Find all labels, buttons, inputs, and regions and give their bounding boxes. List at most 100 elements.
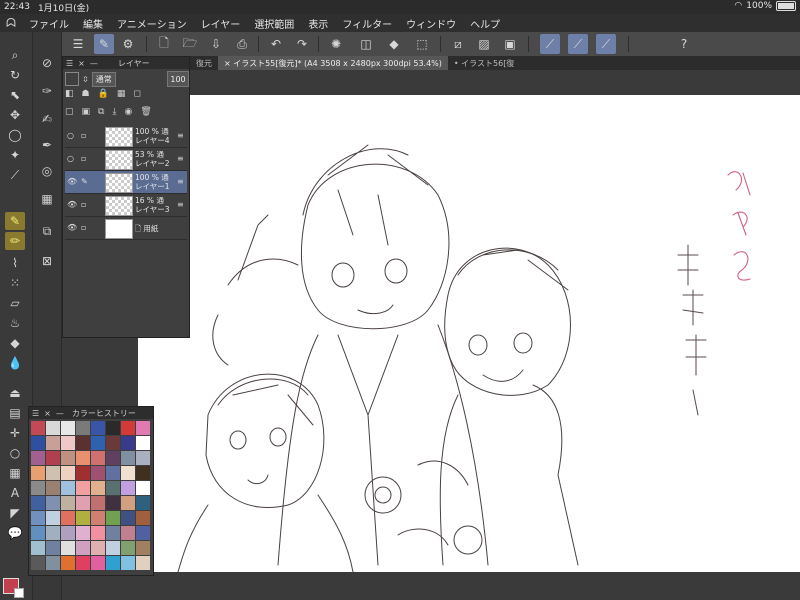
- layer-color-box[interactable]: [65, 72, 79, 86]
- rotate-icon[interactable]: ↻: [5, 66, 25, 84]
- magic-wand-icon[interactable]: ✦: [5, 146, 25, 164]
- menu-selection[interactable]: 選択範囲: [247, 16, 301, 31]
- subtool-select-icon[interactable]: ⊘: [37, 54, 57, 72]
- transform-icon[interactable]: ✛: [5, 424, 25, 442]
- save-icon[interactable]: ⇩: [206, 34, 226, 54]
- menu-layer[interactable]: レイヤー: [194, 16, 248, 31]
- color-swatch[interactable]: [106, 556, 120, 570]
- color-swatch[interactable]: [76, 511, 90, 525]
- color-swatch[interactable]: [121, 466, 135, 480]
- layer-lock-cell[interactable]: ▫: [81, 200, 91, 210]
- invert-select-icon[interactable]: ▨: [474, 34, 494, 54]
- stroke-ink-icon[interactable]: ⟋: [568, 34, 588, 54]
- redo-icon[interactable]: ↷: [292, 34, 312, 54]
- eraser-icon[interactable]: ▱: [5, 294, 25, 312]
- color-swatch[interactable]: [31, 466, 45, 480]
- layer-row[interactable]: ○ ▫ 100 % 通 レイヤー4 ≡: [65, 125, 187, 148]
- fill-icon[interactable]: ◆: [5, 334, 25, 352]
- subtool-circle-icon[interactable]: ◎: [37, 162, 57, 180]
- color-swatch[interactable]: [106, 436, 120, 450]
- panel-menu-icon[interactable]: ☰: [32, 409, 39, 418]
- color-swatch[interactable]: [121, 511, 135, 525]
- color-swatch[interactable]: [76, 526, 90, 540]
- layer-row-paper[interactable]: 👁 ▫ 🗋 用紙: [65, 217, 187, 240]
- fill-layer-icon[interactable]: ◆: [384, 34, 404, 54]
- color-swatch[interactable]: [91, 481, 105, 495]
- color-swatch[interactable]: [91, 541, 105, 555]
- color-swatch[interactable]: [136, 481, 150, 495]
- color-swatch[interactable]: [136, 496, 150, 510]
- color-swatch[interactable]: [76, 421, 90, 435]
- undo-icon[interactable]: ↶: [266, 34, 286, 54]
- color-swatch[interactable]: [136, 556, 150, 570]
- color-swatch[interactable]: [46, 481, 60, 495]
- color-swatch[interactable]: [121, 541, 135, 555]
- layer-row[interactable]: ○ ▫ 53 % 通 レイヤー2 ≡: [65, 148, 187, 171]
- color-swatch[interactable]: [46, 466, 60, 480]
- color-swatch[interactable]: [121, 421, 135, 435]
- color-swatch[interactable]: [31, 481, 45, 495]
- color-swatch[interactable]: [91, 466, 105, 480]
- pen-icon[interactable]: ✎: [5, 212, 25, 230]
- color-swatch[interactable]: [106, 496, 120, 510]
- color-swatch[interactable]: [106, 466, 120, 480]
- eyedropper-icon[interactable]: ⟋: [5, 166, 25, 184]
- brush-icon[interactable]: ⌇: [5, 254, 25, 272]
- layer-menu-icon[interactable]: ≡: [177, 154, 184, 163]
- color-swatch[interactable]: [121, 556, 135, 570]
- new-file-icon[interactable]: 🗋: [154, 34, 174, 54]
- correction-icon[interactable]: ◤: [5, 504, 25, 522]
- clear-icon[interactable]: ◫: [356, 34, 376, 54]
- menu-window[interactable]: ウィンドウ: [399, 16, 463, 31]
- deselect-icon[interactable]: ⧄: [448, 34, 468, 54]
- color-swatch[interactable]: [76, 451, 90, 465]
- eye-icon[interactable]: 👁: [67, 223, 77, 233]
- color-swatch[interactable]: [121, 496, 135, 510]
- color-swatch[interactable]: [31, 541, 45, 555]
- pen-edit-icon[interactable]: ✎: [81, 177, 91, 187]
- color-swatch[interactable]: [106, 511, 120, 525]
- color-swatch[interactable]: [61, 511, 75, 525]
- color-swatch[interactable]: [106, 526, 120, 540]
- color-swatch[interactable]: [136, 436, 150, 450]
- eye-icon[interactable]: 👁: [67, 200, 77, 210]
- menu-animation[interactable]: アニメーション: [110, 16, 194, 31]
- color-swatch[interactable]: [121, 526, 135, 540]
- menu-icon[interactable]: ☰: [68, 34, 88, 54]
- color-swatch[interactable]: [76, 466, 90, 480]
- operation-icon[interactable]: ⬉: [5, 86, 25, 104]
- help-icon[interactable]: ?: [674, 34, 694, 54]
- lock-icon[interactable]: 🔒: [98, 89, 109, 103]
- subtool-pencil-icon[interactable]: ✍: [37, 110, 57, 128]
- export-icon[interactable]: ⎙: [232, 34, 252, 54]
- layer-lock-cell[interactable]: ▫: [81, 131, 91, 141]
- bucket-icon[interactable]: ⏏: [5, 384, 25, 402]
- figure-icon[interactable]: ○: [5, 444, 25, 462]
- tab-next[interactable]: • イラスト56[復: [448, 56, 520, 70]
- menu-view[interactable]: 表示: [301, 16, 335, 31]
- color-swatch[interactable]: [76, 556, 90, 570]
- color-swatch[interactable]: [121, 451, 135, 465]
- color-swatch[interactable]: [31, 451, 45, 465]
- color-swatch[interactable]: [46, 511, 60, 525]
- blend-arrows-icon[interactable]: ⇳: [82, 75, 89, 84]
- new-folder-icon[interactable]: ▣: [82, 107, 91, 121]
- loading-icon[interactable]: ✺: [326, 34, 346, 54]
- color-swatch[interactable]: [46, 436, 60, 450]
- color-swatch[interactable]: [91, 526, 105, 540]
- color-swatch[interactable]: [61, 496, 75, 510]
- text-icon[interactable]: A: [5, 484, 25, 502]
- layer-menu-icon[interactable]: ≡: [177, 200, 184, 209]
- blend-mode-select[interactable]: 通常: [91, 71, 116, 87]
- open-file-icon[interactable]: 🗁: [180, 34, 200, 54]
- clip-icon[interactable]: ◧: [65, 89, 74, 103]
- tab-close-icon[interactable]: ×: [224, 59, 233, 68]
- select-layer-icon[interactable]: ▣: [500, 34, 520, 54]
- color-swatch[interactable]: [91, 496, 105, 510]
- color-swatch[interactable]: [91, 451, 105, 465]
- app-logo-icon[interactable]: ᗣ: [0, 16, 22, 31]
- lasso-icon[interactable]: ◯: [5, 126, 25, 144]
- tab-prev[interactable]: 復元: [190, 56, 218, 70]
- color-swatch[interactable]: [106, 541, 120, 555]
- color-swatch[interactable]: [136, 451, 150, 465]
